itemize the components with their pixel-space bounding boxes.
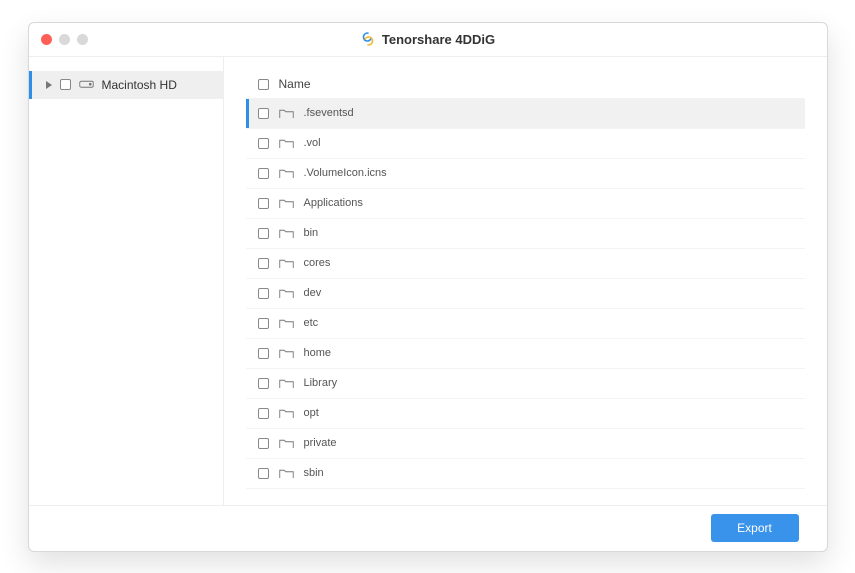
app-title: Tenorshare 4DDiG	[382, 32, 495, 47]
table-row[interactable]: Applications	[246, 189, 805, 219]
export-button[interactable]: Export	[711, 514, 799, 542]
row-name: home	[304, 347, 332, 359]
table-row[interactable]: .VolumeIcon.icns	[246, 159, 805, 189]
window-controls	[41, 34, 88, 45]
table-row[interactable]: cores	[246, 249, 805, 279]
folder-icon	[279, 287, 294, 299]
titlebar: Tenorshare 4DDiG	[29, 23, 827, 57]
row-name: private	[304, 437, 337, 449]
sidebar-item-label: Macintosh HD	[102, 78, 177, 92]
table-row[interactable]: private	[246, 429, 805, 459]
sidebar-checkbox[interactable]	[60, 79, 71, 90]
app-logo-icon	[360, 31, 376, 47]
file-list[interactable]: Name .fseventsd .vol .VolumeIcon.icns Appli…	[246, 71, 805, 495]
row-checkbox[interactable]	[258, 408, 269, 419]
row-name: sbin	[304, 467, 324, 479]
row-checkbox[interactable]	[258, 378, 269, 389]
table-row[interactable]: etc	[246, 309, 805, 339]
folder-icon	[279, 317, 294, 329]
folder-icon	[279, 137, 294, 149]
folder-icon	[279, 437, 294, 449]
footer: Export	[29, 505, 827, 551]
row-name: .vol	[304, 137, 321, 149]
table-row[interactable]: .vol	[246, 129, 805, 159]
table-row[interactable]: opt	[246, 399, 805, 429]
table-row[interactable]: home	[246, 339, 805, 369]
table-row[interactable]: .fseventsd	[246, 99, 805, 129]
drive-icon	[79, 79, 94, 91]
row-checkbox[interactable]	[258, 288, 269, 299]
app-window: Tenorshare 4DDiG Macintosh HD Name	[28, 22, 828, 552]
row-checkbox[interactable]	[258, 108, 269, 119]
row-name: Library	[304, 377, 338, 389]
row-name: opt	[304, 407, 319, 419]
minimize-icon[interactable]	[59, 34, 70, 45]
row-checkbox[interactable]	[258, 348, 269, 359]
row-name: Applications	[304, 197, 363, 209]
row-name: bin	[304, 227, 319, 239]
table-row[interactable]: bin	[246, 219, 805, 249]
sidebar-item-macintosh-hd[interactable]: Macintosh HD	[29, 71, 223, 99]
row-name: cores	[304, 257, 331, 269]
row-checkbox[interactable]	[258, 468, 269, 479]
column-name-header: Name	[279, 77, 311, 91]
row-name: dev	[304, 287, 322, 299]
row-name: etc	[304, 317, 319, 329]
title-center: Tenorshare 4DDiG	[29, 31, 827, 47]
body: Macintosh HD Name .fseventsd .vol .VolumeI…	[29, 57, 827, 505]
row-checkbox[interactable]	[258, 258, 269, 269]
folder-icon	[279, 107, 294, 119]
folder-icon	[279, 167, 294, 179]
table-row[interactable]: Library	[246, 369, 805, 399]
row-checkbox[interactable]	[258, 318, 269, 329]
row-checkbox[interactable]	[258, 168, 269, 179]
row-name: .fseventsd	[304, 107, 354, 119]
folder-icon	[279, 257, 294, 269]
list-header: Name	[246, 71, 805, 99]
table-row[interactable]: sbin	[246, 459, 805, 489]
main: Name .fseventsd .vol .VolumeIcon.icns Appli…	[224, 57, 827, 505]
row-checkbox[interactable]	[258, 138, 269, 149]
maximize-icon[interactable]	[77, 34, 88, 45]
chevron-right-icon[interactable]	[46, 81, 52, 89]
row-checkbox[interactable]	[258, 438, 269, 449]
folder-icon	[279, 467, 294, 479]
folder-icon	[279, 347, 294, 359]
row-checkbox[interactable]	[258, 228, 269, 239]
table-row[interactable]: dev	[246, 279, 805, 309]
sidebar: Macintosh HD	[29, 57, 224, 505]
close-icon[interactable]	[41, 34, 52, 45]
folder-icon	[279, 227, 294, 239]
folder-icon	[279, 197, 294, 209]
folder-icon	[279, 377, 294, 389]
row-checkbox[interactable]	[258, 198, 269, 209]
folder-icon	[279, 407, 294, 419]
row-name: .VolumeIcon.icns	[304, 167, 387, 179]
select-all-checkbox[interactable]	[258, 79, 269, 90]
